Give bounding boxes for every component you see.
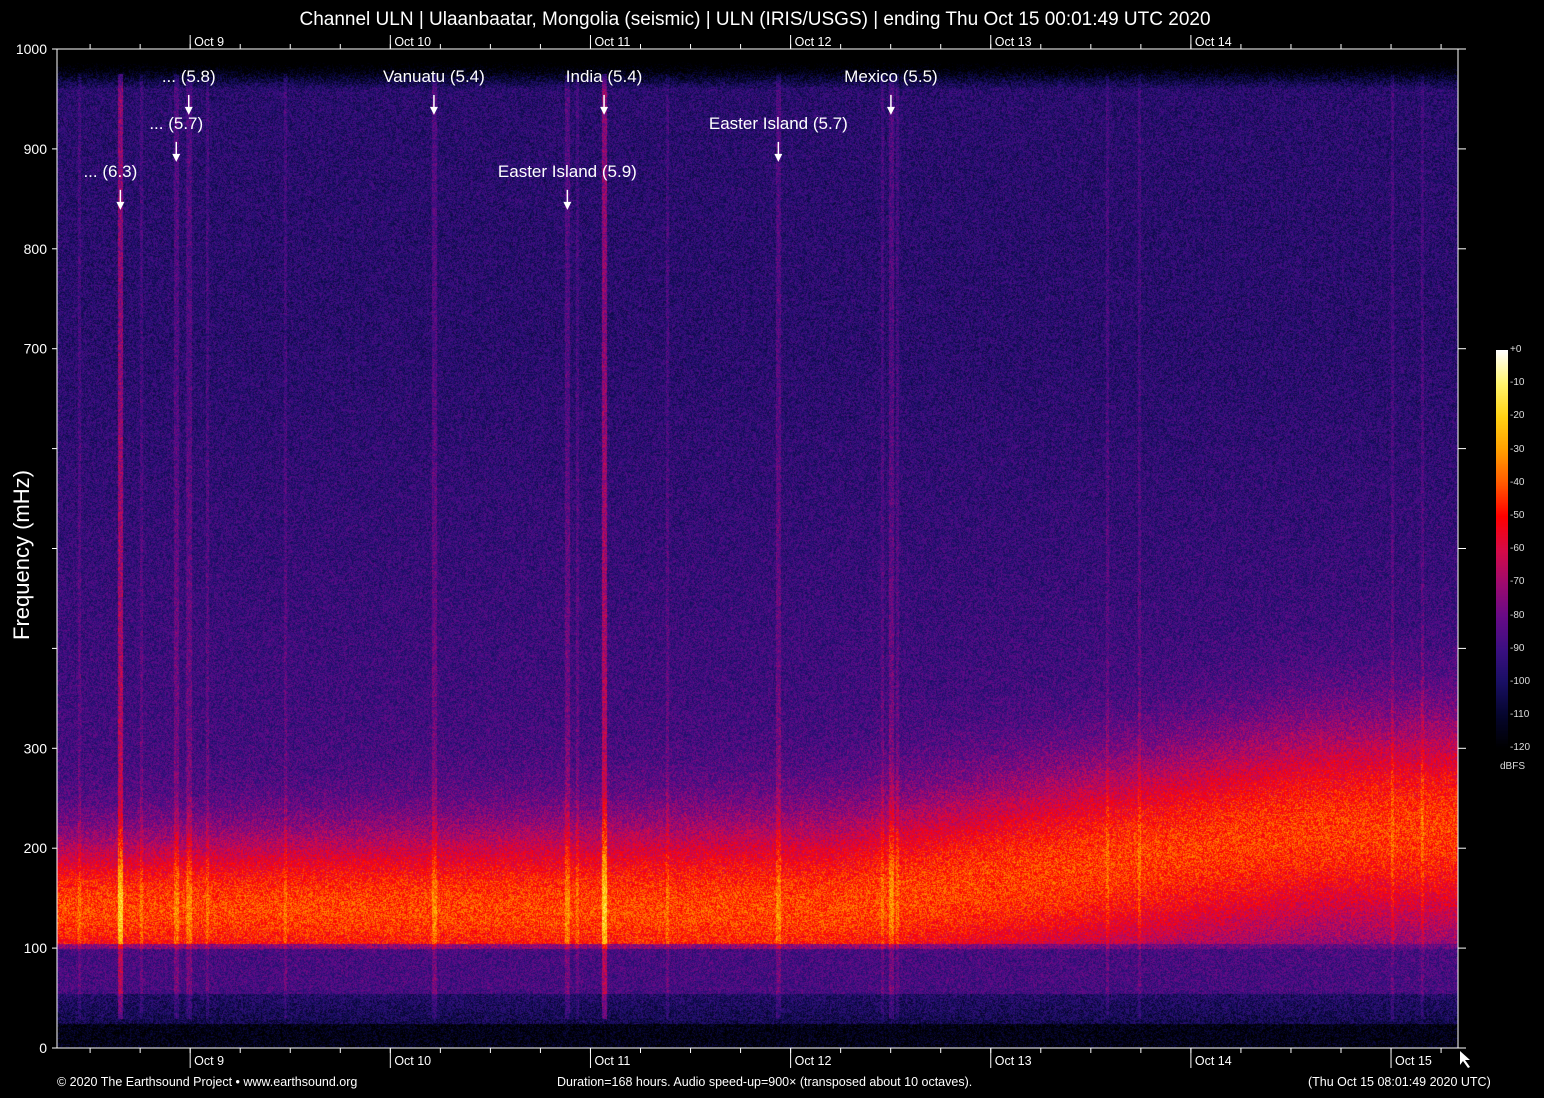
colorbar-tick-label: -100 bbox=[1510, 676, 1530, 687]
x-tick-label: Oct 15 bbox=[1395, 1054, 1432, 1068]
event-arrow-icon bbox=[430, 107, 438, 115]
x-tick-label-top: Oct 14 bbox=[1195, 35, 1232, 49]
colorbar bbox=[1496, 350, 1508, 748]
footer-timestamp: (Thu Oct 15 08:01:49 2020 UTC) bbox=[1308, 1075, 1491, 1089]
colorbar-tick-label: -90 bbox=[1510, 643, 1524, 654]
x-tick-label: Oct 9 bbox=[194, 1054, 224, 1068]
event-annotation-label: Mexico (5.5) bbox=[844, 67, 938, 87]
colorbar-tick-label: -30 bbox=[1510, 444, 1524, 455]
colorbar-label: dBFS bbox=[1500, 761, 1525, 772]
y-tick-label: 0 bbox=[39, 1040, 47, 1056]
colorbar-tick-label: -120 bbox=[1510, 742, 1530, 753]
y-tick-label: 1000 bbox=[16, 41, 47, 57]
event-annotation-label: ... (5.8) bbox=[162, 67, 216, 87]
x-tick-label-top: Oct 12 bbox=[795, 35, 832, 49]
event-annotation-label: Easter Island (5.9) bbox=[498, 162, 637, 182]
colorbar-tick-label: +0 bbox=[1510, 344, 1521, 355]
colorbar-tick-label: -50 bbox=[1510, 510, 1524, 521]
footer-copyright: © 2020 The Earthsound Project • www.eart… bbox=[57, 1075, 357, 1089]
colorbar-tick-label: -20 bbox=[1510, 410, 1524, 421]
chart-axes: 0 100 200 300 700 800 900 1000 Oct 9 Oct 9 Oct 10 O… bbox=[0, 0, 1544, 1098]
colorbar-tick-label: -10 bbox=[1510, 377, 1524, 388]
x-tick-label-top: Oct 13 bbox=[995, 35, 1032, 49]
y-tick-label: 200 bbox=[24, 840, 48, 856]
y-tick-label: 800 bbox=[24, 241, 48, 257]
y-tick-label: 900 bbox=[24, 141, 48, 157]
colorbar-tick-label: -40 bbox=[1510, 477, 1524, 488]
event-arrow-icon bbox=[172, 154, 180, 162]
y-tick-label: 700 bbox=[24, 341, 48, 357]
x-tick-label-top: Oct 11 bbox=[594, 35, 630, 49]
event-annotation-label: Vanuatu (5.4) bbox=[383, 67, 485, 87]
event-arrow-icon bbox=[774, 154, 782, 162]
event-arrow-icon bbox=[563, 202, 571, 210]
x-tick-label: Oct 10 bbox=[394, 1054, 431, 1068]
x-tick-label: Oct 11 bbox=[594, 1054, 630, 1068]
colorbar-tick-label: -80 bbox=[1510, 610, 1524, 621]
footer-duration: Duration=168 hours. Audio speed-up=900× … bbox=[557, 1075, 972, 1089]
y-tick-label: 100 bbox=[24, 940, 48, 956]
x-tick-label-top: Oct 9 bbox=[194, 35, 224, 49]
x-tick-label: Oct 12 bbox=[795, 1054, 832, 1068]
y-tick-label: 300 bbox=[24, 740, 48, 756]
event-annotation-label: ... (5.7) bbox=[149, 114, 203, 134]
event-arrow-icon bbox=[116, 202, 124, 210]
event-annotation-label: India (5.4) bbox=[566, 67, 643, 87]
event-arrow-icon bbox=[887, 107, 895, 115]
colorbar-tick-label: -60 bbox=[1510, 543, 1524, 554]
x-tick-label-top: Oct 10 bbox=[394, 35, 431, 49]
end-cursor-icon bbox=[1460, 1051, 1470, 1068]
event-annotation-label: ... (6.3) bbox=[83, 162, 137, 182]
event-annotation-label: Easter Island (5.7) bbox=[709, 114, 848, 134]
x-tick-label: Oct 14 bbox=[1195, 1054, 1232, 1068]
colorbar-tick-label: -110 bbox=[1510, 709, 1529, 720]
y-axis-label: Frequency (mHz) bbox=[9, 470, 35, 640]
colorbar-tick-label: -70 bbox=[1510, 576, 1524, 587]
event-arrow-icon bbox=[600, 107, 608, 115]
x-tick-label: Oct 13 bbox=[995, 1054, 1032, 1068]
